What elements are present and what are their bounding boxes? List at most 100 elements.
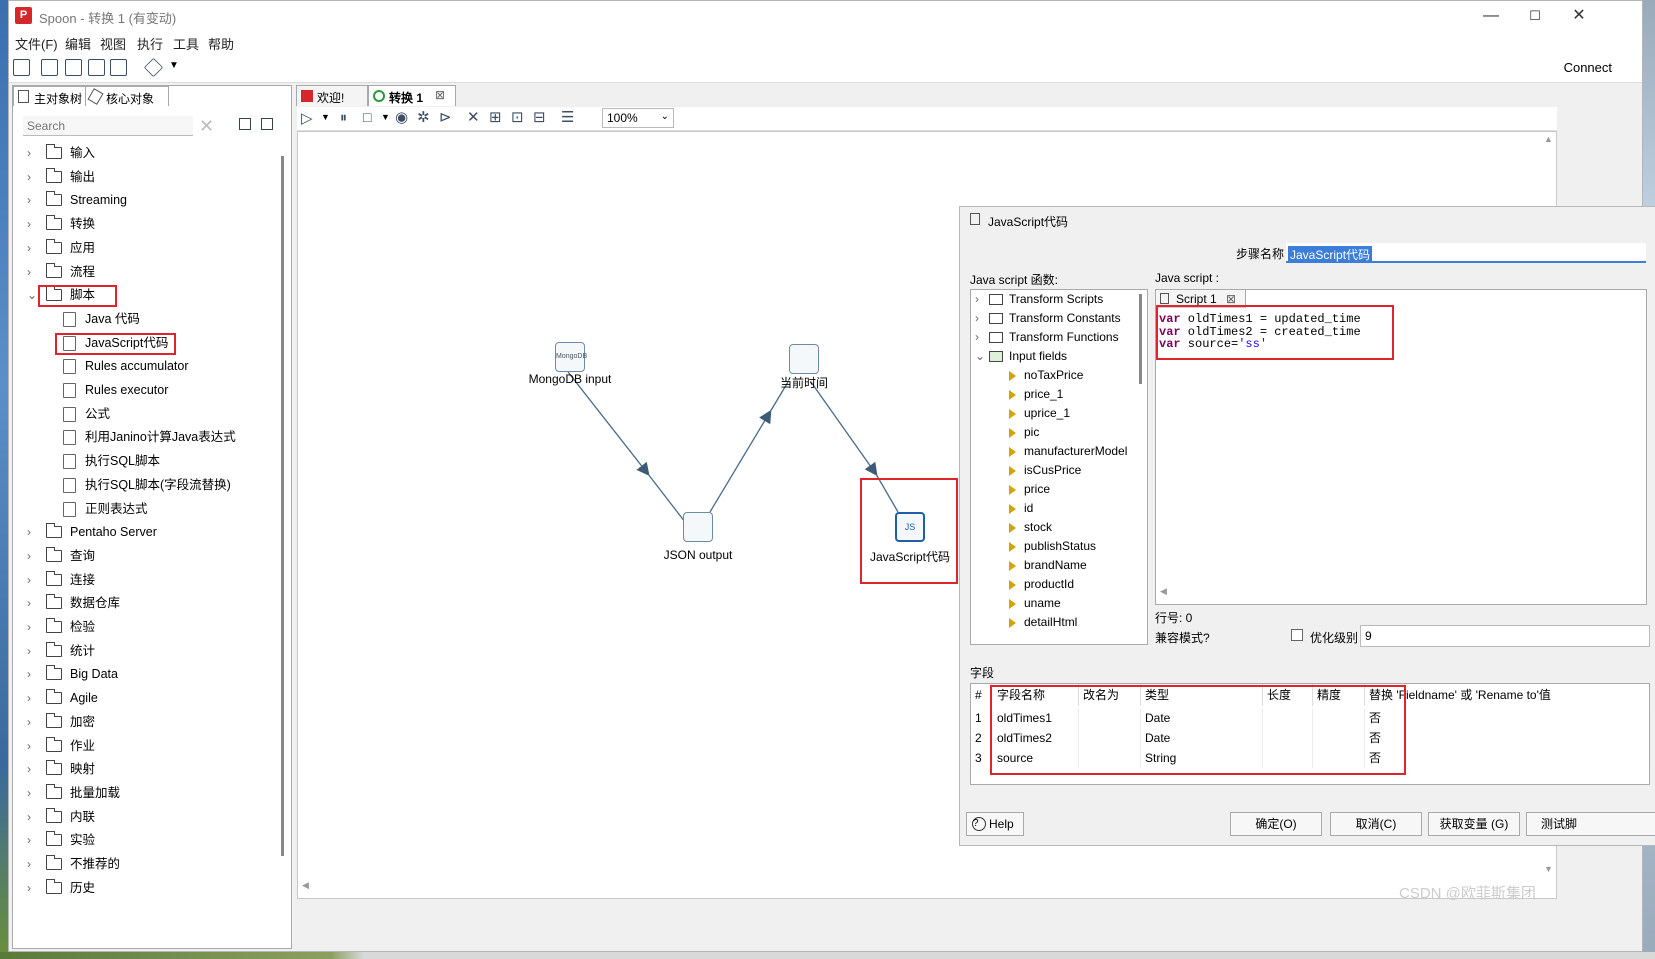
- chevron-right-icon[interactable]: ›: [27, 237, 31, 259]
- stop-icon[interactable]: □: [363, 109, 371, 125]
- optimize-level-input[interactable]: 9: [1360, 625, 1650, 647]
- tree-step-item[interactable]: 正则表达式: [13, 498, 273, 520]
- explore-db-icon[interactable]: ⊟: [533, 108, 546, 126]
- tree-folder[interactable]: › Big Data: [13, 663, 273, 685]
- chevron-right-icon[interactable]: ›: [27, 189, 31, 211]
- menu-help[interactable]: 帮助: [208, 34, 234, 53]
- chevron-right-icon[interactable]: ›: [27, 663, 31, 685]
- layers-icon[interactable]: [143, 57, 164, 78]
- step-mongodb-input[interactable]: MongoDB MongoDB input: [510, 342, 630, 386]
- tree-folder[interactable]: › Pentaho Server: [13, 521, 273, 543]
- run-dropdown-icon[interactable]: ▼: [321, 112, 330, 122]
- tree-folder[interactable]: › 内联: [13, 806, 273, 828]
- chevron-down-icon[interactable]: ⌄: [975, 347, 985, 366]
- tree-step-item[interactable]: 执行SQL脚本: [13, 450, 273, 472]
- connect-button[interactable]: Connect: [1564, 60, 1612, 75]
- chevron-right-icon[interactable]: ›: [27, 758, 31, 780]
- tab-welcome[interactable]: 欢迎!: [296, 85, 368, 106]
- chevron-right-icon[interactable]: ›: [27, 711, 31, 733]
- cancel-button[interactable]: 取消(C): [1330, 812, 1422, 836]
- tree-step-item[interactable]: 执行SQL脚本(字段流替换): [13, 474, 273, 496]
- hop-json-to-time[interactable]: [709, 409, 772, 513]
- tab-core-objects[interactable]: 核心对象: [85, 86, 170, 106]
- scroll-left-icon[interactable]: ◀: [1160, 586, 1167, 597]
- scroll-left-icon[interactable]: ◀: [302, 880, 309, 891]
- close-button[interactable]: ✕: [1557, 3, 1601, 29]
- compat-checkbox[interactable]: [1291, 629, 1303, 641]
- ok-button[interactable]: 确定(O): [1230, 812, 1322, 836]
- tree-folder[interactable]: › 连接: [13, 569, 273, 591]
- collapse-all-icon[interactable]: [239, 118, 251, 130]
- tree-folder[interactable]: › 作业: [13, 735, 273, 757]
- chevron-right-icon[interactable]: ›: [27, 782, 31, 804]
- sql-icon[interactable]: ⊡: [511, 108, 524, 126]
- save-as-icon[interactable]: [110, 59, 127, 76]
- layers-dropdown-icon[interactable]: ▼: [169, 60, 179, 71]
- tree-folder[interactable]: › 历史: [13, 877, 273, 899]
- tree-folder[interactable]: › 批量加载: [13, 782, 273, 804]
- debug-icon[interactable]: ✲: [417, 108, 430, 126]
- chevron-right-icon[interactable]: ›: [27, 806, 31, 828]
- chevron-right-icon[interactable]: ›: [27, 735, 31, 757]
- chevron-right-icon[interactable]: ›: [27, 261, 31, 283]
- chevron-right-icon[interactable]: ›: [27, 687, 31, 709]
- replay-icon[interactable]: ⊳: [439, 108, 452, 126]
- chevron-right-icon[interactable]: ›: [27, 877, 31, 899]
- step-json-output[interactable]: JSON output: [638, 512, 758, 562]
- chevron-right-icon[interactable]: ›: [975, 290, 979, 309]
- menu-view[interactable]: 视图: [100, 34, 126, 53]
- tree-step-item[interactable]: Java 代码: [13, 308, 273, 330]
- chevron-right-icon[interactable]: ›: [27, 545, 31, 567]
- chevron-right-icon[interactable]: ›: [27, 616, 31, 638]
- help-button[interactable]: ? Help: [966, 812, 1024, 836]
- clear-search-icon[interactable]: ✕: [199, 116, 214, 137]
- chevron-right-icon[interactable]: ›: [27, 853, 31, 875]
- test-script-button[interactable]: 测试脚: [1526, 812, 1655, 836]
- chevron-right-icon[interactable]: ›: [27, 142, 31, 164]
- tree-folder[interactable]: › 应用: [13, 237, 273, 259]
- tree-folder[interactable]: › 查询: [13, 545, 273, 567]
- tree-folder[interactable]: › 数据仓库: [13, 592, 273, 614]
- tree-folder[interactable]: › 实验: [13, 829, 273, 851]
- tree-folder[interactable]: › 输出: [13, 166, 273, 188]
- tree-step-item[interactable]: 公式: [13, 403, 273, 425]
- run-icon[interactable]: ▷: [301, 109, 313, 127]
- tree-folder[interactable]: › Streaming: [13, 189, 273, 211]
- close-tab-icon[interactable]: ⊠: [435, 88, 445, 102]
- menu-file[interactable]: 文件(F): [15, 34, 58, 53]
- hop-time-to-js[interactable]: [810, 381, 878, 477]
- tree-folder[interactable]: › Agile: [13, 687, 273, 709]
- menu-edit[interactable]: 编辑: [65, 34, 91, 53]
- preview-icon[interactable]: ◉: [395, 108, 408, 126]
- verify-icon[interactable]: ✕: [467, 108, 480, 126]
- close-tab-icon[interactable]: ⊠: [1226, 292, 1236, 306]
- tree-folder[interactable]: › 加密: [13, 711, 273, 733]
- tree-folder[interactable]: › 转换: [13, 213, 273, 235]
- tree-step-item[interactable]: Rules accumulator: [13, 355, 273, 377]
- menu-tools[interactable]: 工具: [173, 34, 199, 53]
- stop-dropdown-icon[interactable]: ▼: [381, 112, 390, 122]
- chevron-right-icon[interactable]: ›: [27, 521, 31, 543]
- tree-folder[interactable]: › 检验: [13, 616, 273, 638]
- functions-scrollbar[interactable]: [1139, 294, 1142, 384]
- maximize-button[interactable]: ☐: [1513, 3, 1557, 29]
- scroll-down-icon[interactable]: ▼: [1544, 864, 1553, 874]
- get-variables-button[interactable]: 获取变量 (G): [1428, 812, 1520, 836]
- menu-run[interactable]: 执行: [137, 34, 163, 53]
- tree-step-item[interactable]: 利用Janino计算Java表达式: [13, 426, 273, 448]
- new-file-icon[interactable]: [13, 59, 30, 76]
- chevron-right-icon[interactable]: ›: [27, 592, 31, 614]
- tree-folder[interactable]: › 流程: [13, 261, 273, 283]
- zoom-select[interactable]: 100% ⌄: [602, 108, 674, 128]
- hop-mongodb-to-json[interactable]: [567, 371, 650, 477]
- scroll-up-icon[interactable]: ▲: [1544, 134, 1553, 144]
- tab-main-tree[interactable]: 主对象树: [13, 86, 88, 106]
- chevron-right-icon[interactable]: ›: [975, 309, 979, 328]
- explore-repo-icon[interactable]: [65, 59, 82, 76]
- chevron-down-icon[interactable]: ⌄: [27, 284, 37, 306]
- step-current-time[interactable]: 当前时间: [744, 344, 864, 391]
- impact-icon[interactable]: ⊞: [489, 108, 502, 126]
- tab-transform-1[interactable]: 转换 1 ⊠: [368, 85, 456, 106]
- pause-icon[interactable]: ⏸: [340, 109, 347, 126]
- save-icon[interactable]: [88, 59, 105, 76]
